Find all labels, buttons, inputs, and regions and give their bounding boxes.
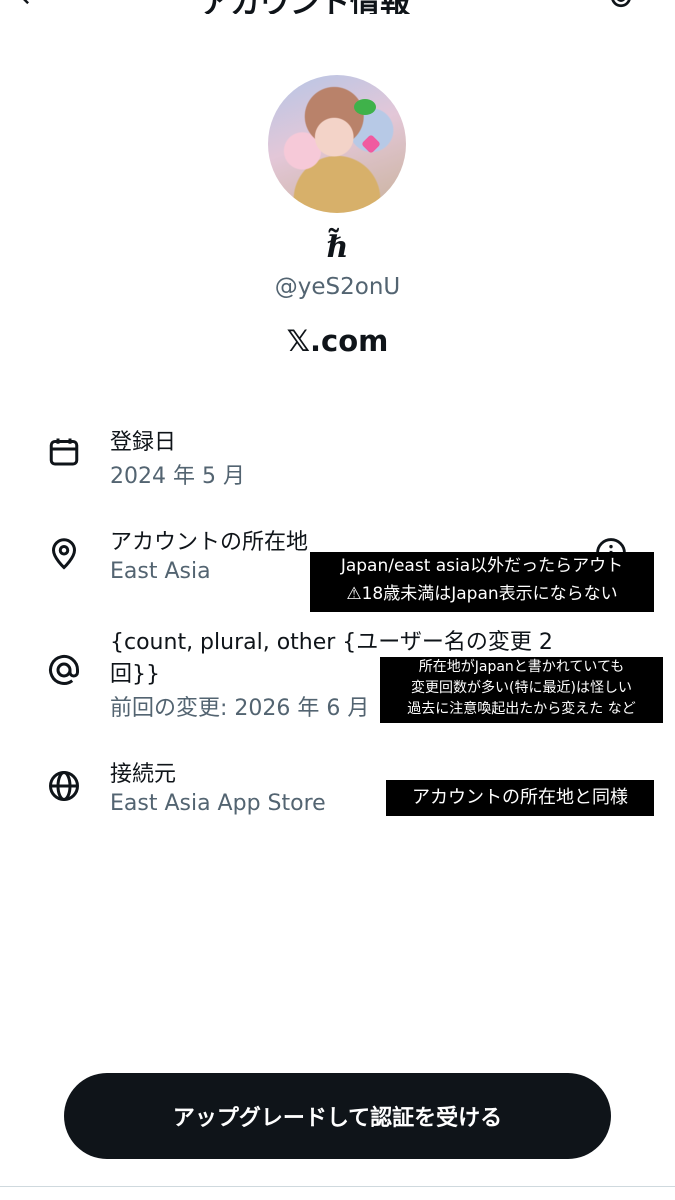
calendar-icon: [49, 438, 79, 466]
bow-sticker: [354, 99, 376, 115]
heart-sticker: [361, 134, 381, 154]
annotation-note: アカウントの所在地と同様: [386, 780, 654, 816]
upgrade-verify-button[interactable]: アップグレードして認証を受ける: [64, 1073, 611, 1159]
x-domain-label: 𝕏.com: [286, 324, 389, 358]
back-arrow-icon[interactable]: ←: [20, 0, 45, 14]
page-title: アカウント情報: [200, 0, 410, 14]
display-name: ℏ̃: [326, 230, 349, 265]
avatar[interactable]: [268, 75, 406, 213]
detail-label: 接続元: [110, 762, 177, 787]
annotation-line: Japan/east asia以外だったらアウト: [340, 556, 624, 576]
detail-label-continued: 回}}: [110, 662, 160, 687]
detail-value: East Asia: [110, 559, 211, 584]
globe-icon: [49, 771, 79, 801]
location-pin-icon: [51, 538, 77, 570]
detail-value: 前回の変更: 2026 年 6 月: [110, 696, 370, 721]
detail-value: East Asia App Store: [110, 791, 326, 816]
annotation-note: 所在地がJapanと書かれていても 変更回数が多い(特に最近)は怪しい 過去に注…: [380, 657, 663, 723]
annotation-line: ⚠18歳未満はJapan表示にならない: [346, 584, 618, 604]
top-bar: ← アカウント情報: [0, 0, 675, 14]
detail-label: アカウントの所在地: [110, 530, 309, 555]
annotation-line: 過去に注意喚起出たから変えた など: [407, 701, 636, 717]
divider: [0, 1186, 675, 1187]
username-handle: @yeS2onU: [274, 274, 401, 300]
detail-label: {count, plural, other {ユーザー名の変更 2: [110, 630, 553, 655]
at-sign-icon: [49, 654, 79, 685]
detail-value: 2024 年 5 月: [110, 464, 245, 489]
gear-icon[interactable]: [606, 0, 636, 12]
annotation-line: 変更回数が多い(特に最近)は怪しい: [411, 680, 632, 696]
annotation-line: 所在地がJapanと書かれていても: [418, 659, 625, 675]
annotation-note: Japan/east asia以外だったらアウト ⚠18歳未満はJapan表示に…: [310, 552, 654, 612]
detail-label: 登録日: [110, 430, 177, 455]
